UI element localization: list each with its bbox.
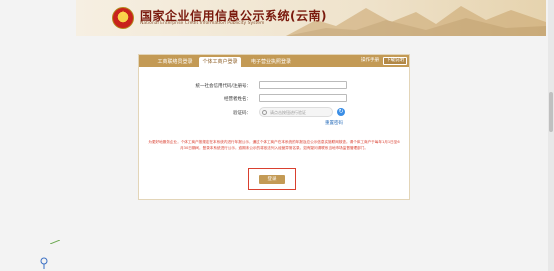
credit-code-input[interactable] bbox=[259, 81, 347, 89]
download-button[interactable]: 下载说明 bbox=[383, 57, 407, 65]
captcha-label: 验证码： bbox=[233, 111, 251, 116]
login-button-highlight: 登录 bbox=[248, 168, 296, 190]
login-panel: 工商联络员登录 个体工商户登录 电子营业执照登录 操作手册 下载说明 统一社会信… bbox=[138, 54, 410, 200]
pen-cursor-icon bbox=[50, 240, 60, 244]
name-input[interactable] bbox=[259, 94, 347, 102]
tab-liaison-login[interactable]: 工商联络员登录 bbox=[149, 57, 201, 67]
refresh-icon[interactable]: ↻ bbox=[337, 108, 345, 116]
notice-text: 为更好地服务企业，个体工商户按规定在本系统内进行年报公示，通过个体工商户在本系统… bbox=[148, 140, 400, 150]
reset-password-link[interactable]: 重置密码 bbox=[325, 120, 343, 126]
credit-code-label: 统一社会信用代码/注册号： bbox=[195, 84, 251, 89]
login-button[interactable]: 登录 bbox=[259, 175, 285, 184]
captcha-radio-icon bbox=[262, 110, 267, 115]
captcha-placeholder: 请点击按钮进行验证 bbox=[270, 110, 306, 115]
tab-e-license-login[interactable]: 电子营业执照登录 bbox=[245, 57, 297, 67]
site-subtitle: National Enterprise Credit Information P… bbox=[140, 21, 265, 26]
tab-individual-login[interactable]: 个体工商户登录 bbox=[199, 57, 241, 67]
page-scrollbar[interactable] bbox=[548, 0, 554, 271]
name-label: 经营者姓名： bbox=[224, 97, 251, 102]
login-tabbar: 工商联络员登录 个体工商户登录 电子营业执照登录 操作手册 下载说明 bbox=[139, 55, 409, 67]
manual-link[interactable]: 操作手册 bbox=[361, 57, 379, 65]
site-header: ★ 国家企业信用信息公示系统(云南) National Enterprise C… bbox=[76, 0, 546, 36]
captcha-widget[interactable]: 请点击按钮进行验证 bbox=[259, 107, 333, 117]
national-emblem-icon: ★ bbox=[112, 7, 134, 29]
pointer-cursor-icon bbox=[40, 257, 48, 269]
scrollbar-thumb[interactable] bbox=[549, 92, 553, 132]
